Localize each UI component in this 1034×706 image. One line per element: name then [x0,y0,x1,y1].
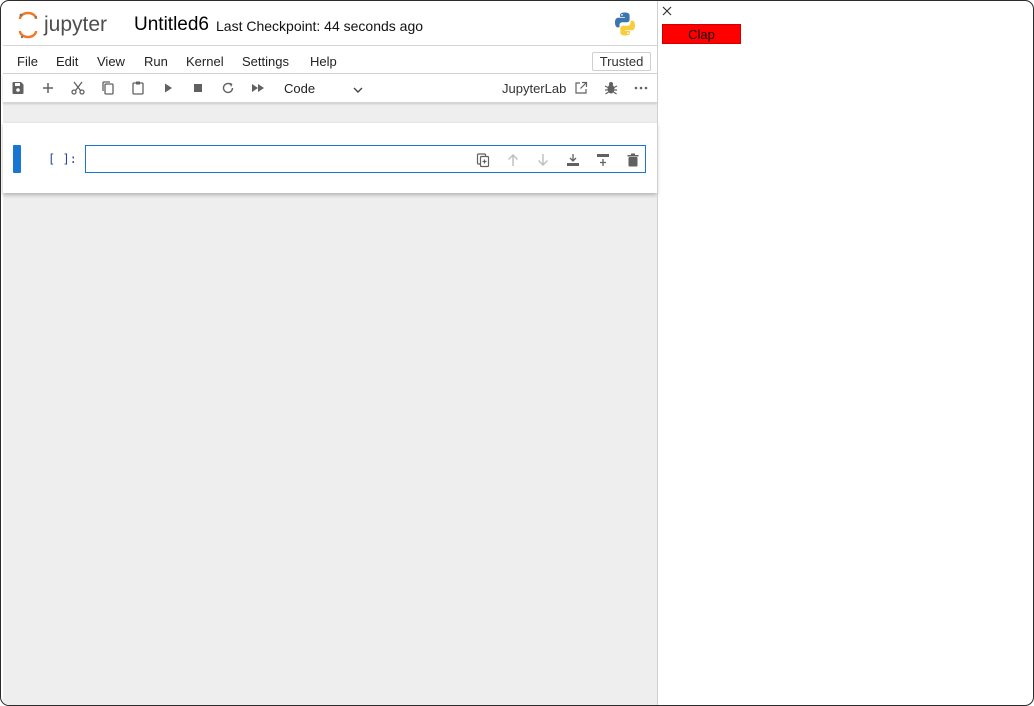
clap-button[interactable]: Clap [662,24,741,44]
chevron-down-icon[interactable] [352,83,364,95]
move-up-icon[interactable] [505,152,521,168]
more-icon[interactable] [633,80,649,96]
insert-below-icon[interactable] [595,152,611,168]
open-in-jupyterlab-link[interactable]: JupyterLab [502,81,566,96]
cell-type-select[interactable]: Code [284,81,315,96]
paste-icon[interactable] [130,80,146,96]
notebook-toolbar: Code JupyterLab [3,74,657,103]
save-icon[interactable] [10,80,26,96]
delete-icon[interactable] [625,152,641,168]
menu-edit[interactable]: Edit [56,54,78,69]
cell-prompt: [ ]: [48,152,77,166]
jupyter-notebook-app: jupyter Untitled6 Last Checkpoint: 44 se… [3,3,657,705]
notebook-panel: [ ]: [3,123,657,193]
app-window: jupyter Untitled6 Last Checkpoint: 44 se… [0,0,1034,706]
move-down-icon[interactable] [535,152,551,168]
python-kernel-icon [612,11,638,37]
panel-divider[interactable] [657,1,658,705]
trusted-indicator[interactable]: Trusted [592,52,651,71]
menu-help[interactable]: Help [310,54,337,69]
debugger-icon[interactable] [603,80,619,96]
close-icon[interactable] [660,4,674,18]
insert-above-icon[interactable] [565,152,581,168]
menu-run[interactable]: Run [144,54,168,69]
jupyter-logo[interactable]: jupyter [14,10,124,40]
menu-view[interactable]: View [97,54,125,69]
external-link-icon[interactable] [574,81,588,95]
menubar: File Edit View Run Kernel Settings Help … [3,45,657,74]
menu-settings[interactable]: Settings [242,54,289,69]
code-cell-input[interactable] [85,145,646,173]
stop-icon[interactable] [190,80,206,96]
add-icon[interactable] [40,80,56,96]
menu-kernel[interactable]: Kernel [186,54,224,69]
cut-icon[interactable] [70,80,86,96]
duplicate-icon[interactable] [475,152,491,168]
logo-text: jupyter [43,13,107,36]
menu-file[interactable]: File [17,54,38,69]
cell-collapser[interactable] [13,145,21,173]
restart-icon[interactable] [220,80,236,96]
run-icon[interactable] [160,80,176,96]
header: jupyter Untitled6 Last Checkpoint: 44 se… [3,3,657,45]
copy-icon[interactable] [100,80,116,96]
last-checkpoint: Last Checkpoint: 44 seconds ago [216,18,424,34]
fast-forward-icon[interactable] [250,80,266,96]
notebook-title[interactable]: Untitled6 [134,14,209,36]
